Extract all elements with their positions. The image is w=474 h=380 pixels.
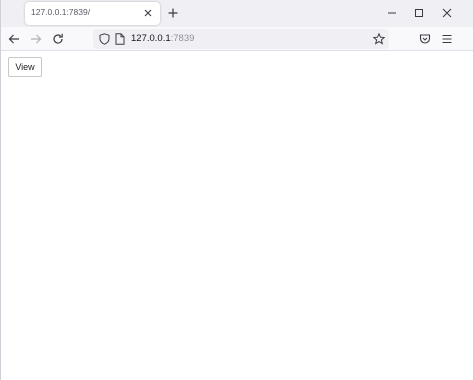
- pocket-icon[interactable]: [417, 31, 433, 47]
- browser-tab[interactable]: 127.0.0.1:7839/: [25, 2, 160, 25]
- reload-icon[interactable]: [50, 31, 66, 47]
- page-icon[interactable]: [113, 32, 127, 46]
- star-icon[interactable]: [372, 32, 386, 46]
- view-button[interactable]: View: [8, 57, 42, 77]
- page-content: View: [1, 51, 473, 380]
- minimize-icon[interactable]: [384, 5, 400, 21]
- url-bar[interactable]: 127.0.0.1:7839: [93, 29, 389, 49]
- shield-icon[interactable]: [97, 32, 111, 46]
- close-window-icon[interactable]: [439, 5, 455, 21]
- tab-close-icon[interactable]: [141, 6, 155, 20]
- maximize-icon[interactable]: [411, 5, 427, 21]
- hamburger-menu-icon[interactable]: [439, 31, 455, 47]
- arrow-left-icon[interactable]: [6, 31, 22, 47]
- new-tab-plus-icon[interactable]: [165, 5, 181, 21]
- arrow-right-icon[interactable]: [28, 31, 44, 47]
- tab-title: 127.0.0.1:7839/: [31, 7, 91, 17]
- url-host: 127.0.0.1: [131, 33, 171, 44]
- tab-strip: 127.0.0.1:7839/: [1, 0, 473, 27]
- url-port: :7839: [170, 33, 195, 44]
- navigation-bar: 127.0.0.1:7839: [1, 27, 473, 51]
- browser-window: 127.0.0.1:7839/ 127.0.0.1:7839 View: [0, 0, 474, 380]
- url-text[interactable]: 127.0.0.1:7839: [131, 33, 194, 44]
